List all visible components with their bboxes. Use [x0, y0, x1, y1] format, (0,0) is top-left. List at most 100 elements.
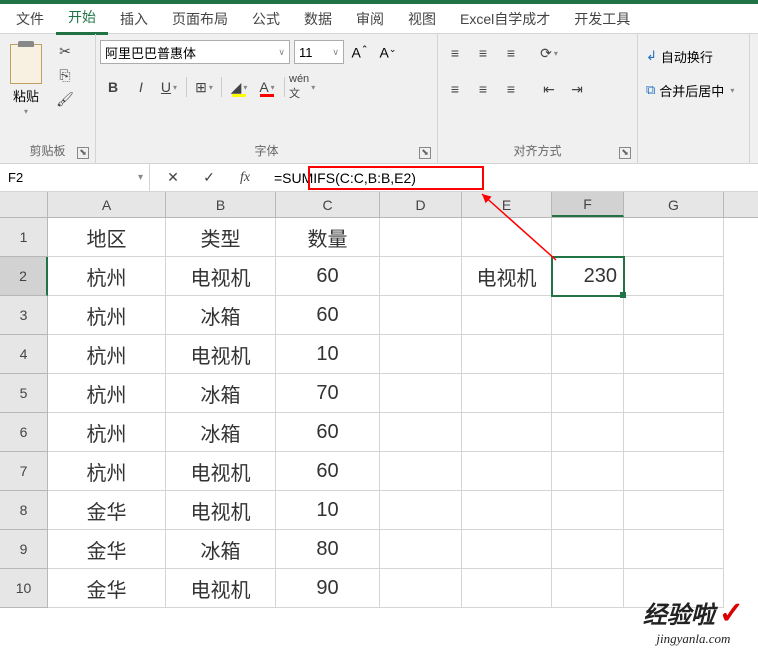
col-header-g[interactable]: G [624, 192, 724, 217]
cell[interactable]: 电视机 [166, 491, 276, 530]
font-size-select[interactable]: 11∨ [294, 40, 344, 64]
row-header[interactable]: 4 [0, 335, 48, 374]
cell[interactable] [552, 491, 624, 530]
col-header-b[interactable]: B [166, 192, 276, 217]
cell[interactable]: 电视机 [166, 335, 276, 374]
cell[interactable]: 数量 [276, 218, 380, 257]
cell[interactable]: 杭州 [48, 452, 166, 491]
cell[interactable]: 电视机 [166, 257, 276, 296]
tab-view[interactable]: 视图 [396, 4, 448, 34]
cell[interactable] [462, 452, 552, 491]
cell[interactable]: 金华 [48, 569, 166, 608]
formula-input[interactable]: =SUMIFS(C:C,B:B,E2) [268, 164, 758, 191]
row-header[interactable]: 10 [0, 569, 48, 608]
clipboard-launcher[interactable]: ⬊ [77, 147, 89, 159]
confirm-edit-button[interactable]: ✓ [196, 165, 222, 191]
cell[interactable] [624, 218, 724, 257]
col-header-f[interactable]: F [552, 192, 624, 217]
cell[interactable]: 杭州 [48, 335, 166, 374]
cell[interactable]: 杭州 [48, 257, 166, 296]
cell[interactable]: 80 [276, 530, 380, 569]
name-box[interactable]: F2▾ [0, 164, 150, 191]
fill-color-button[interactable]: ◢▾ [226, 74, 252, 100]
cell[interactable] [624, 296, 724, 335]
cell[interactable]: 电视机 [166, 569, 276, 608]
cell[interactable] [380, 569, 462, 608]
col-header-a[interactable]: A [48, 192, 166, 217]
cell[interactable] [552, 374, 624, 413]
cell[interactable] [552, 335, 624, 374]
cell[interactable] [380, 257, 462, 296]
col-header-d[interactable]: D [380, 192, 462, 217]
cell[interactable] [462, 296, 552, 335]
bold-button[interactable]: B [100, 74, 126, 100]
align-bottom-button[interactable]: ≡ [498, 40, 524, 66]
border-button[interactable]: ⊞▾ [191, 74, 217, 100]
cell[interactable]: 电视机 [462, 257, 552, 296]
cell[interactable] [624, 257, 724, 296]
row-header[interactable]: 1 [0, 218, 48, 257]
cell[interactable] [552, 413, 624, 452]
row-header[interactable]: 8 [0, 491, 48, 530]
cell[interactable] [624, 491, 724, 530]
row-header[interactable]: 3 [0, 296, 48, 335]
cell[interactable] [624, 452, 724, 491]
cell[interactable] [462, 413, 552, 452]
row-header[interactable]: 6 [0, 413, 48, 452]
cell[interactable]: 60 [276, 413, 380, 452]
wrap-text-button[interactable]: ↲自动换行 [642, 44, 738, 68]
cell[interactable] [380, 335, 462, 374]
cell[interactable] [552, 530, 624, 569]
font-launcher[interactable]: ⬊ [419, 147, 431, 159]
row-header[interactable]: 7 [0, 452, 48, 491]
underline-button[interactable]: U▾ [156, 74, 182, 100]
cell[interactable]: 70 [276, 374, 380, 413]
tab-data[interactable]: 数据 [292, 4, 344, 34]
cell[interactable] [624, 413, 724, 452]
tab-home[interactable]: 开始 [56, 2, 108, 35]
cell[interactable] [462, 335, 552, 374]
cell[interactable]: 10 [276, 335, 380, 374]
align-right-button[interactable]: ≡ [498, 76, 524, 102]
align-top-button[interactable]: ≡ [442, 40, 468, 66]
cell[interactable]: 冰箱 [166, 296, 276, 335]
cell[interactable]: 杭州 [48, 413, 166, 452]
phonetic-button[interactable]: wén文▾ [289, 74, 315, 100]
cut-button[interactable]: ✂ [54, 40, 76, 62]
row-header[interactable]: 9 [0, 530, 48, 569]
align-center-button[interactable]: ≡ [470, 76, 496, 102]
cell-selected[interactable]: 230 [552, 257, 624, 296]
align-middle-button[interactable]: ≡ [470, 40, 496, 66]
cell[interactable]: 类型 [166, 218, 276, 257]
cell[interactable] [552, 296, 624, 335]
tab-layout[interactable]: 页面布局 [160, 4, 240, 34]
indent-dec-button[interactable]: ⇤ [536, 76, 562, 102]
cell[interactable] [624, 530, 724, 569]
cell[interactable] [624, 335, 724, 374]
cell[interactable] [380, 530, 462, 569]
col-header-e[interactable]: E [462, 192, 552, 217]
cell[interactable] [462, 491, 552, 530]
cell[interactable]: 金华 [48, 491, 166, 530]
cell[interactable] [380, 374, 462, 413]
col-header-c[interactable]: C [276, 192, 380, 217]
cell[interactable]: 电视机 [166, 452, 276, 491]
copy-button[interactable]: ⎘ [54, 64, 76, 86]
cell[interactable]: 60 [276, 452, 380, 491]
cell[interactable]: 冰箱 [166, 530, 276, 569]
font-color-button[interactable]: A▾ [254, 74, 280, 100]
cell[interactable] [462, 530, 552, 569]
italic-button[interactable]: I [128, 74, 154, 100]
cell[interactable] [462, 218, 552, 257]
tab-insert[interactable]: 插入 [108, 4, 160, 34]
orientation-button[interactable]: ⟳▾ [536, 40, 562, 66]
cell[interactable]: 90 [276, 569, 380, 608]
cell[interactable] [380, 491, 462, 530]
cell[interactable]: 冰箱 [166, 413, 276, 452]
tab-custom[interactable]: Excel自学成才 [448, 4, 562, 34]
cell[interactable] [462, 569, 552, 608]
cell[interactable] [380, 296, 462, 335]
cell[interactable]: 金华 [48, 530, 166, 569]
cell[interactable]: 冰箱 [166, 374, 276, 413]
cell[interactable] [380, 452, 462, 491]
